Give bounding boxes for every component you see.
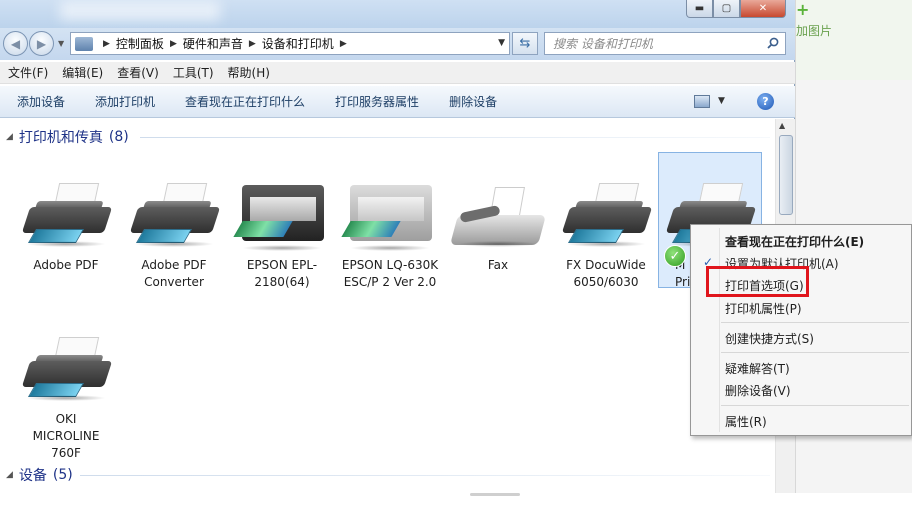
- printer-icon: [124, 175, 224, 255]
- refresh-icon: ⇆: [519, 36, 531, 51]
- maximize-button[interactable]: ▢: [713, 0, 740, 18]
- device-label: OKI MICROLINE 760F: [32, 412, 100, 460]
- breadcrumb-item-hardware-sound[interactable]: 硬件和声音: [183, 35, 243, 52]
- context-item-troubleshoot[interactable]: 疑难解答(T): [725, 360, 790, 377]
- context-item-see-whats-printing[interactable]: 查看现在正在打印什么(E): [725, 233, 864, 250]
- breadcrumb-separator-icon[interactable]: ▶: [249, 39, 256, 49]
- title-bar[interactable]: ▬ ▢ ✕: [0, 0, 795, 28]
- collapse-triangle-icon[interactable]: ◢: [6, 132, 13, 142]
- back-button[interactable]: ◀: [3, 31, 28, 56]
- printer-icon: [16, 175, 116, 255]
- group-header-devices[interactable]: ◢ 设备 (5): [6, 465, 73, 485]
- device-label: Fax: [487, 258, 509, 272]
- command-bar: 添加设备 添加打印机 查看现在正在打印什么 打印服务器属性 删除设备 ▼ ?: [0, 86, 795, 118]
- menu-gutter: [719, 228, 720, 432]
- address-row: ◀ ▶ ▼ ▶ 控制面板 ▶ 硬件和声音 ▶ 设备和打印机 ▶ ▼ ⇆: [0, 28, 795, 60]
- collapse-triangle-icon[interactable]: ◢: [6, 470, 13, 480]
- context-item-create-shortcut[interactable]: 创建快捷方式(S): [725, 330, 814, 347]
- group-divider: [80, 475, 770, 476]
- menu-item-edit[interactable]: 编辑(E): [62, 64, 103, 81]
- menu-separator: [721, 352, 909, 353]
- default-check-icon: ✓: [664, 245, 686, 267]
- add-picture-text: 加图片: [796, 24, 833, 38]
- device-label: FX DocuWide 6050/6030: [566, 258, 646, 289]
- context-item-printer-properties[interactable]: 打印机属性(P): [725, 300, 802, 317]
- group-title: 打印机和传真: [18, 130, 103, 146]
- background-green-strip: [796, 0, 912, 80]
- fax-icon: [448, 175, 548, 255]
- menu-item-file[interactable]: 文件(F): [8, 64, 48, 81]
- breadcrumb-item-devices-printers[interactable]: 设备和打印机: [262, 35, 334, 52]
- group-count: (8): [108, 129, 129, 145]
- breadcrumb-item-control-panel[interactable]: 控制面板: [116, 35, 164, 52]
- explorer-window: ▬ ▢ ✕ ◀ ▶ ▼ ▶ 控制面板 ▶ 硬件和声音 ▶ 设备和打印机 ▶ ▼ …: [0, 0, 795, 493]
- printer-icon: [16, 329, 116, 409]
- print-server-properties-button[interactable]: 打印服务器属性: [335, 93, 419, 110]
- device-adobe-pdf[interactable]: Adobe PDF: [14, 175, 118, 274]
- add-device-button[interactable]: 添加设备: [17, 93, 65, 110]
- device-oki-microline[interactable]: OKI MICROLINE 760F: [14, 329, 118, 462]
- group-title: 设备: [18, 468, 47, 484]
- laser-printer-icon: [340, 167, 440, 255]
- group-count: (5): [52, 467, 73, 483]
- see-whats-printing-button[interactable]: 查看现在正在打印什么: [185, 93, 305, 110]
- device-adobe-pdf-converter[interactable]: Adobe PDF Converter: [122, 175, 226, 291]
- change-view-icon[interactable]: [694, 95, 710, 108]
- context-item-remove-device[interactable]: 删除设备(V): [725, 382, 791, 399]
- context-menu: 查看现在正在打印什么(E) ✓ 设置为默认打印机(A) 打印首选项(G) 打印机…: [690, 224, 912, 436]
- menu-bar: 文件(F) 编辑(E) 查看(V) 工具(T) 帮助(H): [0, 62, 795, 84]
- refresh-button[interactable]: ⇆: [512, 32, 538, 55]
- group-divider: [140, 137, 770, 138]
- menu-separator: [721, 322, 909, 323]
- menu-item-help[interactable]: 帮助(H): [228, 64, 270, 81]
- context-item-properties[interactable]: 属性(R): [725, 413, 767, 430]
- breadcrumb: ▶ 控制面板 ▶ 硬件和声音 ▶ 设备和打印机 ▶: [97, 35, 353, 52]
- minimize-icon: ▬: [694, 3, 705, 14]
- view-options-chevron-icon[interactable]: ▼: [718, 96, 725, 106]
- plus-icon: +: [796, 0, 810, 19]
- minimize-button[interactable]: ▬: [686, 0, 713, 18]
- forward-arrow-icon: ▶: [36, 36, 47, 51]
- device-label: Adobe PDF: [33, 258, 99, 272]
- scroll-thumb[interactable]: [779, 135, 793, 215]
- devices-content-pane: ◢ 打印机和传真 (8) Adobe PDF Adobe PDF Convert…: [0, 119, 775, 493]
- close-icon: ✕: [758, 3, 768, 14]
- device-label: Adobe PDF Converter: [141, 258, 207, 289]
- help-icon[interactable]: ?: [757, 93, 774, 110]
- device-epson-epl-2180[interactable]: EPSON EPL-2180(64): [230, 167, 334, 291]
- forward-button[interactable]: ▶: [29, 31, 54, 56]
- bottom-handle: [470, 493, 520, 496]
- search-icon[interactable]: [767, 37, 779, 49]
- window-controls: ▬ ▢ ✕: [686, 0, 786, 18]
- scroll-up-icon[interactable]: ▲: [779, 121, 785, 130]
- device-epson-lq-630k[interactable]: EPSON LQ-630K ESC/P 2 Ver 2.0: [338, 167, 442, 291]
- annotation-highlight-box: [706, 266, 809, 297]
- device-label: EPSON EPL-2180(64): [246, 258, 318, 289]
- control-panel-icon: [75, 36, 93, 51]
- group-header-printers[interactable]: ◢ 打印机和传真 (8): [6, 127, 129, 147]
- breadcrumb-separator-icon[interactable]: ▶: [340, 39, 347, 49]
- device-fx-docuwide[interactable]: FX DocuWide 6050/6030: [554, 175, 658, 291]
- address-dropdown-icon[interactable]: ▼: [498, 38, 505, 48]
- breadcrumb-separator-icon[interactable]: ▶: [103, 39, 110, 49]
- title-glow: [60, 0, 220, 20]
- menu-separator: [721, 405, 909, 406]
- add-printer-button[interactable]: 添加打印机: [95, 93, 155, 110]
- printer-icon: [556, 175, 656, 255]
- laser-printer-icon: [232, 167, 332, 255]
- menu-item-view[interactable]: 查看(V): [117, 64, 159, 81]
- close-button[interactable]: ✕: [740, 0, 786, 18]
- breadcrumb-separator-icon[interactable]: ▶: [170, 39, 177, 49]
- search-input[interactable]: [553, 36, 753, 51]
- menu-item-tools[interactable]: 工具(T): [173, 64, 214, 81]
- maximize-icon: ▢: [721, 3, 732, 14]
- back-arrow-icon: ◀: [10, 36, 21, 51]
- device-fax[interactable]: Fax: [446, 175, 550, 274]
- device-label: EPSON LQ-630K ESC/P 2 Ver 2.0: [341, 258, 439, 289]
- search-box[interactable]: [544, 32, 786, 55]
- recent-pages-chevron-icon[interactable]: ▼: [58, 39, 64, 48]
- address-bar[interactable]: ▶ 控制面板 ▶ 硬件和声音 ▶ 设备和打印机 ▶ ▼: [70, 32, 510, 55]
- remove-device-button[interactable]: 删除设备: [449, 93, 497, 110]
- bottom-strip: [0, 493, 912, 513]
